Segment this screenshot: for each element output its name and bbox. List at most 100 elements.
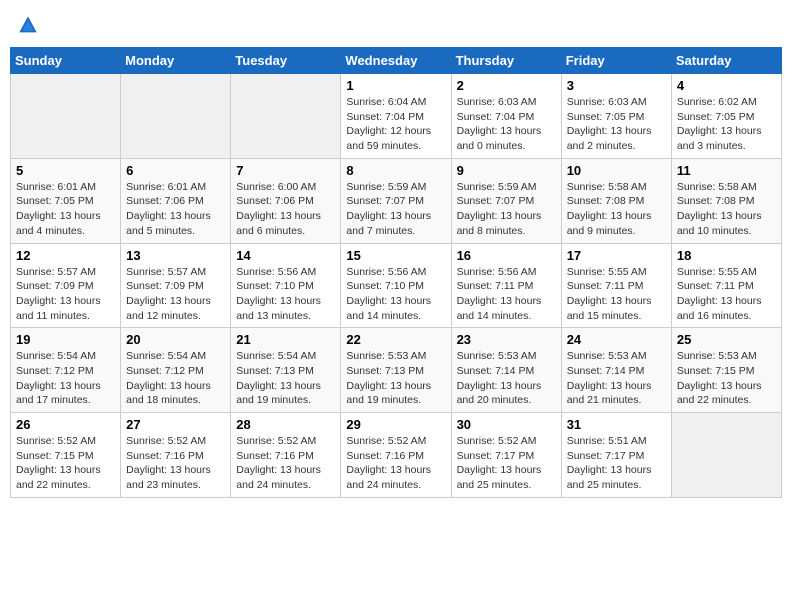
calendar-cell: 2 Sunrise: 6:03 AM Sunset: 7:04 PM Daylig… — [451, 74, 561, 159]
calendar-week-row: 1 Sunrise: 6:04 AM Sunset: 7:04 PM Daylig… — [11, 74, 782, 159]
calendar-cell: 16Sunrise: 5:56 AM Sunset: 7:11 PM Dayli… — [451, 243, 561, 328]
calendar-cell: 7 Sunrise: 6:00 AM Sunset: 7:06 PM Daylig… — [231, 158, 341, 243]
day-number: 7 — [236, 163, 335, 178]
day-content: Sunrise: 5:54 AM Sunset: 7:12 PM Dayligh… — [16, 349, 115, 408]
day-content: Sunrise: 5:55 AM Sunset: 7:11 PM Dayligh… — [677, 265, 776, 324]
calendar-cell: 15 Sunrise: 5:56 AM Sunset: 7:10 PM Dayli… — [341, 243, 451, 328]
calendar-header-row: SundayMondayTuesdayWednesdayThursdayFrid… — [11, 48, 782, 74]
calendar-cell: 6 Sunrise: 6:01 AM Sunset: 7:06 PM Daylig… — [121, 158, 231, 243]
header-day-tuesday: Tuesday — [231, 48, 341, 74]
calendar-cell: 24 Sunrise: 5:53 AM Sunset: 7:14 PM Dayli… — [561, 328, 671, 413]
calendar-cell: 21 Sunrise: 5:54 AM Sunset: 7:13 PM Dayli… — [231, 328, 341, 413]
calendar-cell: 31 Sunrise: 5:51 AM Sunset: 7:17 PM Dayli… — [561, 413, 671, 498]
calendar-cell — [11, 74, 121, 159]
calendar-week-row: 12 Sunrise: 5:57 AM Sunset: 7:09 PM Dayli… — [11, 243, 782, 328]
day-number: 28 — [236, 417, 335, 432]
day-content: Sunrise: 6:03 AM Sunset: 7:04 PM Dayligh… — [457, 95, 556, 154]
day-content: Sunrise: 6:04 AM Sunset: 7:04 PM Dayligh… — [346, 95, 445, 154]
day-number: 22 — [346, 332, 445, 347]
day-content: Sunrise: 5:52 AM Sunset: 7:15 PM Dayligh… — [16, 434, 115, 493]
day-content: Sunrise: 5:55 AM Sunset: 7:11 PM Dayligh… — [567, 265, 666, 324]
day-content: Sunrise: 5:57 AM Sunset: 7:09 PM Dayligh… — [16, 265, 115, 324]
day-number: 26 — [16, 417, 115, 432]
calendar-table: SundayMondayTuesdayWednesdayThursdayFrid… — [10, 47, 782, 498]
day-number: 15 — [346, 248, 445, 263]
header-day-sunday: Sunday — [11, 48, 121, 74]
day-number: 11 — [677, 163, 776, 178]
day-content: Sunrise: 5:52 AM Sunset: 7:16 PM Dayligh… — [236, 434, 335, 493]
day-content: Sunrise: 5:54 AM Sunset: 7:12 PM Dayligh… — [126, 349, 225, 408]
day-content: Sunrise: 5:59 AM Sunset: 7:07 PM Dayligh… — [346, 180, 445, 239]
calendar-cell: 26 Sunrise: 5:52 AM Sunset: 7:15 PM Dayli… — [11, 413, 121, 498]
calendar-cell: 18 Sunrise: 5:55 AM Sunset: 7:11 PM Dayli… — [671, 243, 781, 328]
calendar-week-row: 26 Sunrise: 5:52 AM Sunset: 7:15 PM Dayli… — [11, 413, 782, 498]
day-number: 10 — [567, 163, 666, 178]
calendar-week-row: 19Sunrise: 5:54 AM Sunset: 7:12 PM Dayli… — [11, 328, 782, 413]
logo — [18, 14, 42, 35]
day-content: Sunrise: 6:02 AM Sunset: 7:05 PM Dayligh… — [677, 95, 776, 154]
calendar-cell: 27Sunrise: 5:52 AM Sunset: 7:16 PM Dayli… — [121, 413, 231, 498]
day-number: 25 — [677, 332, 776, 347]
day-content: Sunrise: 5:56 AM Sunset: 7:10 PM Dayligh… — [236, 265, 335, 324]
day-number: 6 — [126, 163, 225, 178]
day-content: Sunrise: 5:59 AM Sunset: 7:07 PM Dayligh… — [457, 180, 556, 239]
calendar-cell — [231, 74, 341, 159]
header-day-monday: Monday — [121, 48, 231, 74]
day-number: 24 — [567, 332, 666, 347]
day-number: 20 — [126, 332, 225, 347]
calendar-cell: 4 Sunrise: 6:02 AM Sunset: 7:05 PM Daylig… — [671, 74, 781, 159]
day-number: 2 — [457, 78, 556, 93]
calendar-cell: 23Sunrise: 5:53 AM Sunset: 7:14 PM Dayli… — [451, 328, 561, 413]
calendar-cell — [671, 413, 781, 498]
page-header — [10, 10, 782, 39]
day-number: 14 — [236, 248, 335, 263]
calendar-cell: 28 Sunrise: 5:52 AM Sunset: 7:16 PM Dayli… — [231, 413, 341, 498]
day-number: 9 — [457, 163, 556, 178]
day-content: Sunrise: 6:00 AM Sunset: 7:06 PM Dayligh… — [236, 180, 335, 239]
calendar-cell: 20 Sunrise: 5:54 AM Sunset: 7:12 PM Dayli… — [121, 328, 231, 413]
day-number: 13 — [126, 248, 225, 263]
day-content: Sunrise: 5:56 AM Sunset: 7:10 PM Dayligh… — [346, 265, 445, 324]
calendar-cell: 14 Sunrise: 5:56 AM Sunset: 7:10 PM Dayli… — [231, 243, 341, 328]
day-content: Sunrise: 5:53 AM Sunset: 7:14 PM Dayligh… — [567, 349, 666, 408]
day-number: 21 — [236, 332, 335, 347]
day-number: 23 — [457, 332, 556, 347]
day-number: 29 — [346, 417, 445, 432]
day-content: Sunrise: 5:57 AM Sunset: 7:09 PM Dayligh… — [126, 265, 225, 324]
day-number: 1 — [346, 78, 445, 93]
day-number: 3 — [567, 78, 666, 93]
calendar-cell: 9 Sunrise: 5:59 AM Sunset: 7:07 PM Daylig… — [451, 158, 561, 243]
calendar-cell: 29Sunrise: 5:52 AM Sunset: 7:16 PM Dayli… — [341, 413, 451, 498]
day-content: Sunrise: 6:01 AM Sunset: 7:06 PM Dayligh… — [126, 180, 225, 239]
day-number: 31 — [567, 417, 666, 432]
calendar-cell: 10 Sunrise: 5:58 AM Sunset: 7:08 PM Dayli… — [561, 158, 671, 243]
header-day-wednesday: Wednesday — [341, 48, 451, 74]
day-number: 8 — [346, 163, 445, 178]
day-number: 18 — [677, 248, 776, 263]
day-number: 30 — [457, 417, 556, 432]
day-content: Sunrise: 5:58 AM Sunset: 7:08 PM Dayligh… — [567, 180, 666, 239]
day-number: 12 — [16, 248, 115, 263]
day-content: Sunrise: 6:03 AM Sunset: 7:05 PM Dayligh… — [567, 95, 666, 154]
day-number: 4 — [677, 78, 776, 93]
calendar-cell: 19Sunrise: 5:54 AM Sunset: 7:12 PM Dayli… — [11, 328, 121, 413]
calendar-cell: 1 Sunrise: 6:04 AM Sunset: 7:04 PM Daylig… — [341, 74, 451, 159]
day-content: Sunrise: 5:54 AM Sunset: 7:13 PM Dayligh… — [236, 349, 335, 408]
calendar-cell: 13 Sunrise: 5:57 AM Sunset: 7:09 PM Dayli… — [121, 243, 231, 328]
calendar-cell: 30 Sunrise: 5:52 AM Sunset: 7:17 PM Dayli… — [451, 413, 561, 498]
calendar-cell: 12 Sunrise: 5:57 AM Sunset: 7:09 PM Dayli… — [11, 243, 121, 328]
day-number: 27 — [126, 417, 225, 432]
day-number: 5 — [16, 163, 115, 178]
header-day-thursday: Thursday — [451, 48, 561, 74]
calendar-cell — [121, 74, 231, 159]
calendar-cell: 17Sunrise: 5:55 AM Sunset: 7:11 PM Dayli… — [561, 243, 671, 328]
calendar-cell: 25Sunrise: 5:53 AM Sunset: 7:15 PM Dayli… — [671, 328, 781, 413]
day-content: Sunrise: 5:53 AM Sunset: 7:13 PM Dayligh… — [346, 349, 445, 408]
day-content: Sunrise: 5:56 AM Sunset: 7:11 PM Dayligh… — [457, 265, 556, 324]
logo-icon — [18, 15, 38, 35]
calendar-cell: 11 Sunrise: 5:58 AM Sunset: 7:08 PM Dayli… — [671, 158, 781, 243]
day-content: Sunrise: 5:58 AM Sunset: 7:08 PM Dayligh… — [677, 180, 776, 239]
day-content: Sunrise: 5:52 AM Sunset: 7:17 PM Dayligh… — [457, 434, 556, 493]
calendar-week-row: 5Sunrise: 6:01 AM Sunset: 7:05 PM Daylig… — [11, 158, 782, 243]
day-content: Sunrise: 5:51 AM Sunset: 7:17 PM Dayligh… — [567, 434, 666, 493]
